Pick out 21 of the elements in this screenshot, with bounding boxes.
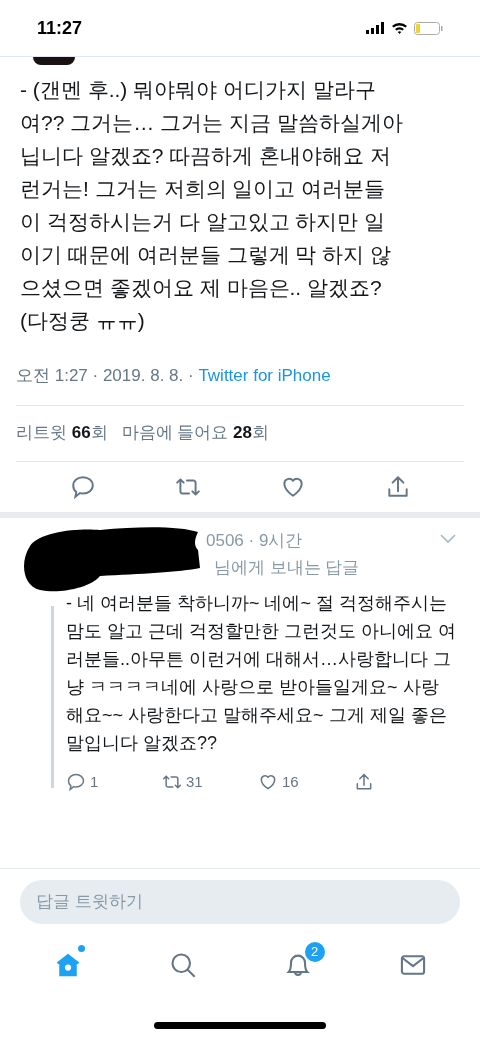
replying-to-text: 님에게 보내는 답글	[214, 558, 360, 577]
notification-badge: 2	[304, 942, 325, 962]
action-count: 1	[90, 771, 99, 792]
battery-icon	[414, 21, 443, 35]
search-icon	[168, 951, 197, 979]
action-count: 16	[282, 771, 299, 792]
stat-text[interactable]: 리트윗 66회	[16, 420, 108, 446]
reply-text: - 네 여러분들 착하니까~ 네에~ 절 걱정해주시는 맘도 알고 근데 걱정할만한 그런것도 아니에요 여 러분들..아무튼 이런거에 대해서…사랑합니다 그 냥 ㅋㅋㅋㅋ네에 사랑으로 받아들일게요~ 사랑 해요~~ 사랑한다고 말해주세요~ 그게 제일 좋은 말입니다 알겠죠??	[66, 591, 456, 755]
avatar	[33, 57, 75, 65]
status-time: 11:27	[37, 16, 83, 40]
wifi-icon	[391, 22, 408, 34]
reply-input-field[interactable]: 답글 트윗하기	[20, 880, 460, 924]
tweet-text: - (갠멘 후..) 뭐야뭐야 어디가지 말라구 여?? 그거는… 그거는 지금 말씀하실게아 닙니다 알겠죠? 따끔하게 혼내야해요 저 런거는! 그거는 저희의 일이고 여러분들 이 걱정하시는거 다 알고있고 하지만 일 이기 때문에 여러분들 그렇게 막 하지 않 으셨으면 좋겠어요 제 마음은.. 알겠죠? (다정쿵 ㅠㅠ)	[20, 77, 404, 334]
speech-bubble-icon[interactable]	[66, 771, 86, 792]
signal-icon	[366, 22, 385, 34]
tweet-timestamp: 오전 1:27 · 2019. 8. 8. ·	[16, 366, 195, 385]
action-count: 31	[186, 771, 203, 792]
stat-text[interactable]: 마음에 들어요 28회	[121, 420, 270, 446]
share-icon[interactable]	[354, 771, 374, 792]
speech-bubble-icon[interactable]	[69, 473, 96, 500]
reply-timestamp: 0506 · 9시간	[206, 529, 303, 552]
